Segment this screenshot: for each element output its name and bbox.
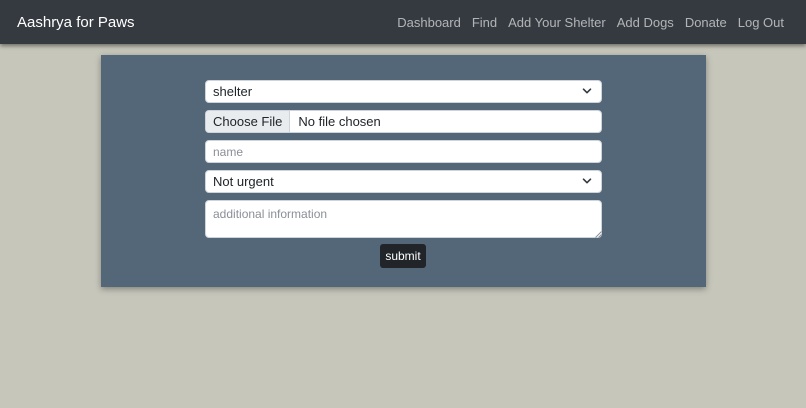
choose-file-button[interactable]: Choose File [206,111,291,132]
nav-links: Dashboard Find Add Your Shelter Add Dogs… [397,15,789,30]
chevron-down-icon [582,178,592,184]
type-select[interactable]: shelter [205,80,602,103]
chevron-down-icon [582,88,592,94]
additional-info-textarea[interactable] [205,200,602,238]
submit-button[interactable]: submit [380,244,426,268]
nav-link-log-out[interactable]: Log Out [738,15,784,30]
nav-link-donate[interactable]: Donate [685,15,727,30]
file-status: No file chosen [298,114,381,129]
file-input[interactable]: Choose File No file chosen [205,110,602,133]
nav-link-add-your-shelter[interactable]: Add Your Shelter [508,15,606,30]
urgency-select[interactable]: Not urgent [205,170,602,193]
nav-link-add-dogs[interactable]: Add Dogs [617,15,674,30]
urgency-select-value: Not urgent [213,174,274,189]
nav-link-find[interactable]: Find [472,15,497,30]
resize-grip-icon[interactable] [595,231,602,238]
nav-link-dashboard[interactable]: Dashboard [397,15,461,30]
form-card: shelter Choose File No file chosen Not u… [101,55,706,287]
navbar: Aashrya for Paws Dashboard Find Add Your… [0,0,806,44]
type-select-value: shelter [213,84,253,99]
name-input[interactable] [205,140,602,163]
brand-title[interactable]: Aashrya for Paws [17,14,135,31]
